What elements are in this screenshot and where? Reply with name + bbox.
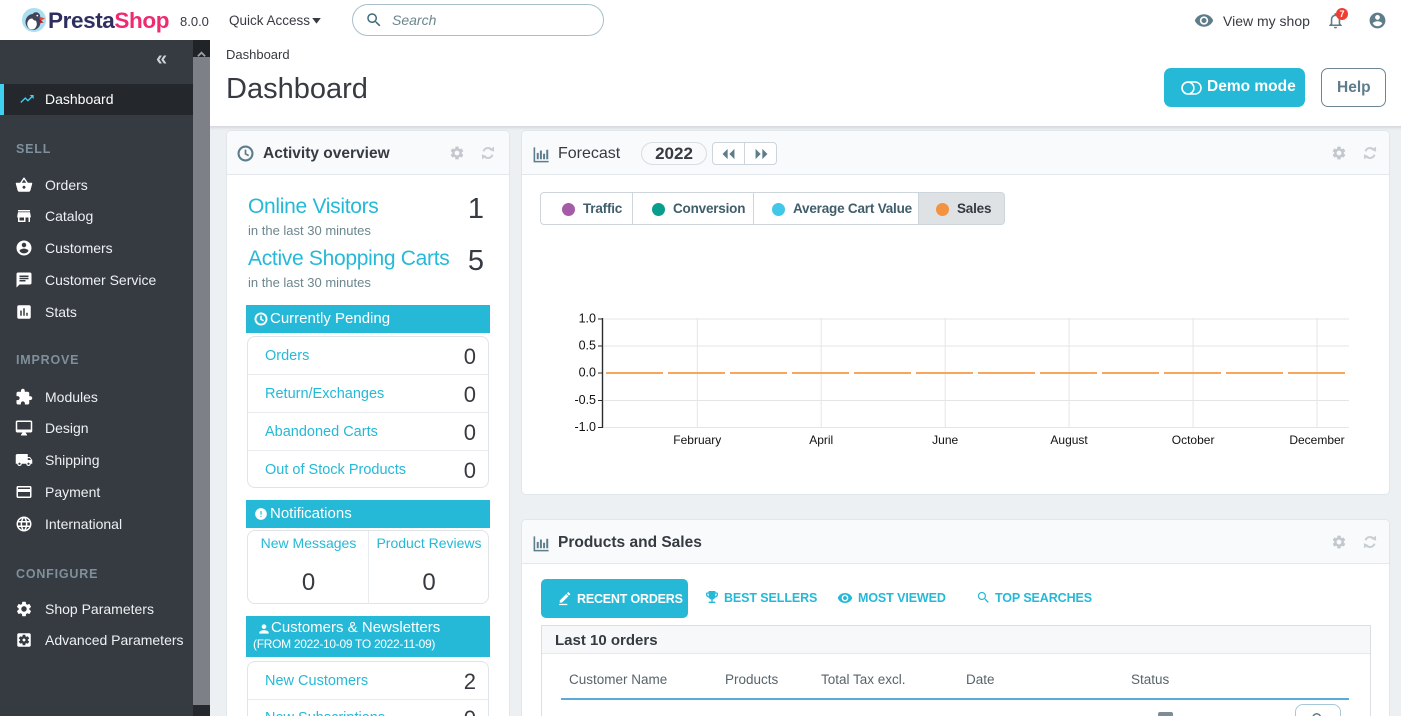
svg-text:August: August — [1050, 433, 1088, 447]
svg-text:-0.5: -0.5 — [574, 393, 596, 407]
svg-text:-1.0: -1.0 — [574, 420, 596, 434]
svg-text:June: June — [932, 433, 958, 447]
svg-text:0.5: 0.5 — [579, 339, 596, 353]
svg-text:October: October — [1172, 433, 1215, 447]
svg-text:0.0: 0.0 — [579, 366, 596, 380]
svg-text:April: April — [809, 433, 833, 447]
svg-text:February: February — [673, 433, 721, 447]
svg-text:1.0: 1.0 — [579, 312, 596, 326]
svg-text:December: December — [1289, 433, 1344, 447]
